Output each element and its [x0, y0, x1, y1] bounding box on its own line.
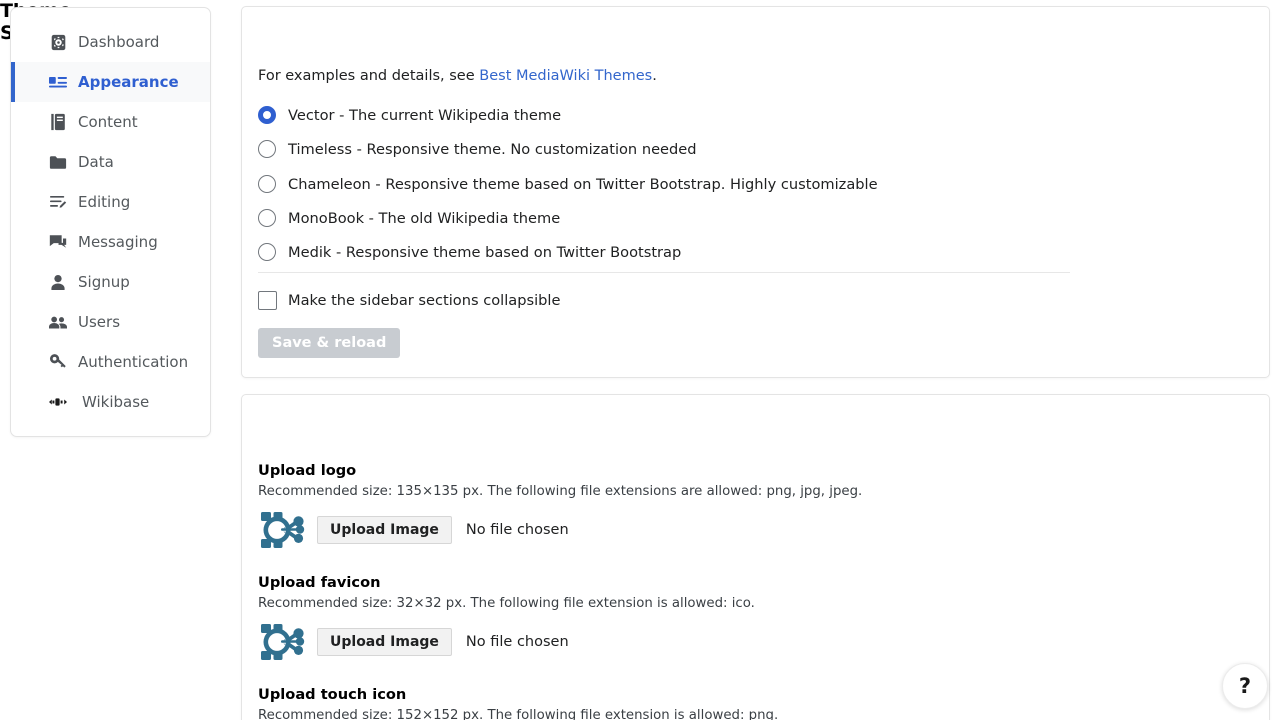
sidebar-item-wikibase[interactable]: Wikibase — [11, 382, 210, 422]
site-logo-card — [241, 394, 1270, 720]
sidebar-item-users[interactable]: Users — [11, 302, 210, 342]
save-and-reload-button[interactable]: Save & reload — [258, 328, 400, 358]
upload-logo-file-status: No file chosen — [466, 522, 569, 538]
theme-option-chameleon[interactable]: Chameleon - Responsive theme based on Tw… — [258, 173, 878, 195]
sidebar-item-label: Content — [78, 113, 138, 131]
radio-monobook[interactable] — [258, 209, 276, 227]
sidebar-item-signup[interactable]: Signup — [11, 262, 210, 302]
theme-description-prefix: For examples and details, see — [258, 68, 479, 84]
theme-option-medik[interactable]: Medik - Responsive theme based on Twitte… — [258, 241, 681, 263]
upload-favicon-description: Recommended size: 32×32 px. The followin… — [258, 596, 755, 611]
chat-icon — [49, 233, 67, 251]
theme-divider — [258, 272, 1070, 273]
best-mediawiki-themes-link[interactable]: Best MediaWiki Themes — [479, 68, 652, 84]
theme-option-label: Timeless - Responsive theme. No customiz… — [288, 141, 697, 158]
sidebar-item-label: Editing — [78, 193, 130, 211]
upload-logo-title: Upload logo — [258, 462, 356, 479]
wikibase-icon — [49, 393, 67, 411]
theme-option-label: MonoBook - The old Wikipedia theme — [288, 210, 560, 227]
site-logo-thumbnail — [258, 510, 306, 550]
theme-description: For examples and details, see Best Media… — [258, 68, 657, 84]
site-favicon-thumbnail — [258, 622, 306, 662]
theme-option-vector[interactable]: Vector - The current Wikipedia theme — [258, 104, 561, 126]
sidebar-item-data[interactable]: Data — [11, 142, 210, 182]
collapsible-sidebar-label: Make the sidebar sections collapsible — [288, 292, 560, 309]
upload-favicon-file-status: No file chosen — [466, 634, 569, 650]
page-root: Dashboard Appearance — [0, 0, 1280, 720]
edit-list-icon — [49, 193, 67, 211]
sidebar-item-label: Signup — [78, 273, 130, 291]
sidebar-item-editing[interactable]: Editing — [11, 182, 210, 222]
gear-icon — [49, 33, 67, 51]
key-icon — [49, 353, 67, 371]
collapsible-sidebar-checkbox-row[interactable]: Make the sidebar sections collapsible — [258, 289, 560, 311]
people-icon — [49, 313, 67, 331]
radio-vector[interactable] — [258, 106, 276, 124]
theme-option-timeless[interactable]: Timeless - Responsive theme. No customiz… — [258, 138, 697, 160]
theme-option-label: Vector - The current Wikipedia theme — [288, 107, 561, 124]
theme-description-suffix: . — [652, 68, 657, 84]
upload-touch-icon-description: Recommended size: 152×152 px. The follow… — [258, 708, 778, 720]
upload-favicon-row: Upload Image No file chosen — [258, 622, 569, 662]
sidebar-item-label: Users — [78, 313, 120, 331]
sidebar-nav: Dashboard Appearance — [10, 7, 211, 437]
upload-logo-description: Recommended size: 135×135 px. The follow… — [258, 484, 862, 499]
upload-favicon-button[interactable]: Upload Image — [317, 628, 452, 656]
person-icon — [49, 273, 67, 291]
radio-medik[interactable] — [258, 243, 276, 261]
theme-option-label: Medik - Responsive theme based on Twitte… — [288, 244, 681, 261]
sidebar-item-label: Messaging — [78, 233, 158, 251]
sidebar-item-dashboard[interactable]: Dashboard — [11, 22, 210, 62]
theme-option-monobook[interactable]: MonoBook - The old Wikipedia theme — [258, 207, 560, 229]
sidebar-item-label: Authentication — [78, 353, 188, 371]
sidebar-item-content[interactable]: Content — [11, 102, 210, 142]
help-button[interactable]: ? — [1222, 663, 1268, 709]
sidebar-item-appearance[interactable]: Appearance — [11, 62, 210, 102]
radio-chameleon[interactable] — [258, 175, 276, 193]
upload-logo-row: Upload Image No file chosen — [258, 510, 569, 550]
collapsible-sidebar-checkbox[interactable] — [258, 291, 277, 310]
radio-timeless[interactable] — [258, 140, 276, 158]
folder-icon — [49, 153, 67, 171]
upload-logo-button[interactable]: Upload Image — [317, 516, 452, 544]
upload-favicon-title: Upload favicon — [258, 574, 380, 591]
theme-option-label: Chameleon - Responsive theme based on Tw… — [288, 176, 878, 193]
sidebar-item-label: Wikibase — [82, 393, 149, 411]
sidebar-item-label: Dashboard — [78, 33, 159, 51]
sidebar-item-label: Appearance — [78, 73, 179, 91]
sidebar-item-messaging[interactable]: Messaging — [11, 222, 210, 262]
appearance-icon — [49, 73, 67, 91]
upload-touch-icon-title: Upload touch icon — [258, 686, 406, 703]
sidebar-item-label: Data — [78, 153, 114, 171]
book-icon — [49, 113, 67, 131]
sidebar-item-authentication[interactable]: Authentication — [11, 342, 210, 382]
